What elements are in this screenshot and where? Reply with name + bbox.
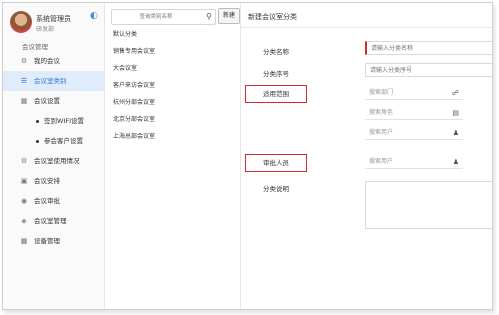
app-window: 系统管理员 研发部 ◐ 会议管理 ⚙ 我的会议 ☰ 会议室类别 ▦ 会议设置 签… [2, 2, 493, 310]
sidebar-item-label: 会议审批 [34, 197, 60, 205]
section-title: 会议管理 [22, 43, 48, 51]
sidebar-item-room-usage[interactable]: ⚙ 会议室使用情况 [3, 151, 104, 171]
category-search: ⚲ [111, 9, 216, 25]
new-category-form: 新建会议室分类 分类名称 分类序号 适用范围 搜索部门 ☍ 搜索角色 ▤ 搜索用… [241, 3, 492, 309]
department-search-field[interactable]: 搜索部门 ☍ [365, 86, 463, 100]
approver-search-field[interactable]: 搜索用户 ♟ [365, 155, 463, 169]
category-search-input[interactable] [114, 11, 198, 22]
category-order-label: 分类序号 [263, 70, 289, 78]
bullet-icon [36, 140, 39, 143]
sidebar: 系统管理员 研发部 ◐ 会议管理 ⚙ 我的会议 ☰ 会议室类别 ▦ 会议设置 签… [3, 3, 105, 309]
sidebar-item-room-category[interactable]: ☰ 会议室类别 [3, 71, 104, 91]
department-icon: ☍ [451, 89, 459, 97]
form-title: 新建会议室分类 [248, 13, 297, 21]
palette-icon[interactable]: ◐ [90, 12, 99, 21]
sidebar-item-label: 我的会议 [34, 57, 60, 65]
user-name: 系统管理员 [36, 15, 71, 23]
approver-label: 审批人员 [245, 154, 307, 172]
scope-label: 适用范围 [245, 85, 307, 103]
list-item[interactable]: 北京分部会议室 [105, 111, 240, 128]
search-icon[interactable]: ⚲ [206, 11, 212, 22]
list-item[interactable]: 默认分类 [105, 26, 240, 43]
sidebar-item-label: 会议设置 [34, 97, 60, 105]
sidebar-item-label: 参会客户设置 [44, 137, 83, 145]
grid-icon: ▦ [20, 97, 28, 105]
sidebar-nav: ⚙ 我的会议 ☰ 会议室类别 ▦ 会议设置 签到WIFI设置 参会客户设置 ⚙ [3, 51, 104, 251]
monitor-icon: ▣ [20, 177, 28, 185]
category-name-field[interactable] [365, 41, 492, 55]
device-icon: ▩ [20, 237, 28, 245]
meeting-icon: ⚙ [20, 57, 28, 65]
bullet-icon [36, 120, 39, 123]
user-search-field[interactable]: 搜索用户 ♟ [365, 126, 463, 140]
user-search-placeholder: 搜索用户 [369, 129, 394, 136]
divider [241, 27, 492, 28]
sidebar-item-meeting-schedule[interactable]: ▣ 会议安排 [3, 171, 104, 191]
list-item[interactable]: 客户来访会议室 [105, 77, 240, 94]
shield-icon: ◈ [21, 217, 27, 225]
category-name-label: 分类名称 [263, 48, 289, 56]
list-item[interactable]: 销售专用会议室 [105, 43, 240, 60]
user-icon: ♟ [452, 129, 459, 137]
sidebar-item-my-meetings[interactable]: ⚙ 我的会议 [3, 51, 104, 71]
category-panel: ⚲ 新建 默认分类 销售专用会议室 大会议室 客户来访会议室 杭州分部会议室 北… [105, 3, 241, 309]
list-item[interactable]: 大会议室 [105, 60, 240, 77]
sidebar-item-label: 会议室使用情况 [34, 157, 80, 165]
sidebar-item-meeting-settings[interactable]: ▦ 会议设置 [3, 91, 104, 111]
sidebar-item-label: 会议室类别 [34, 77, 67, 85]
approval-icon: ◉ [20, 197, 28, 205]
category-order-field[interactable] [365, 63, 492, 77]
category-list: 默认分类 销售专用会议室 大会议室 客户来访会议室 杭州分部会议室 北京分部会议… [105, 26, 240, 145]
gear-icon: ⚙ [20, 157, 28, 165]
sidebar-item-device-management[interactable]: ▩ 设备管理 [3, 231, 104, 251]
list-item[interactable]: 上海总部会议室 [105, 128, 240, 145]
sidebar-item-label: 会议室管理 [34, 217, 67, 225]
user-dept: 研发部 [36, 26, 55, 33]
approver-search-placeholder: 搜索用户 [369, 158, 394, 165]
description-textarea[interactable] [365, 181, 492, 229]
department-search-placeholder: 搜索部门 [369, 89, 394, 96]
list-item[interactable]: 杭州分部会议室 [105, 94, 240, 111]
description-label: 分类说明 [263, 185, 289, 193]
role-icon: ▤ [452, 109, 459, 117]
new-category-button[interactable]: 新建 [218, 8, 240, 24]
sidebar-subitem-attendee-settings[interactable]: 参会客户设置 [3, 131, 104, 151]
sidebar-item-room-management[interactable]: ◈ 会议室管理 [3, 211, 104, 231]
list-icon: ☰ [20, 77, 28, 85]
avatar[interactable] [10, 11, 32, 33]
sidebar-item-label: 签到WIFI设置 [44, 117, 84, 125]
role-search-placeholder: 搜索角色 [369, 109, 394, 116]
sidebar-item-label: 设备管理 [34, 237, 60, 245]
sidebar-subitem-sign-wifi[interactable]: 签到WIFI设置 [3, 111, 104, 131]
sidebar-item-label: 会议安排 [34, 177, 60, 185]
role-search-field[interactable]: 搜索角色 ▤ [365, 106, 463, 120]
user-icon: ♟ [452, 158, 459, 166]
sidebar-item-meeting-approval[interactable]: ◉ 会议审批 [3, 191, 104, 211]
